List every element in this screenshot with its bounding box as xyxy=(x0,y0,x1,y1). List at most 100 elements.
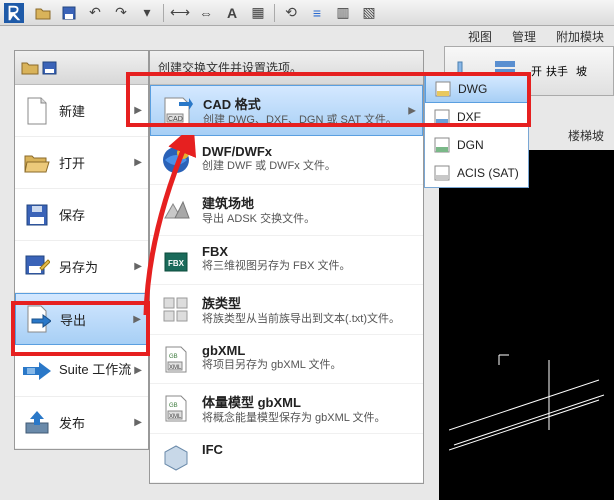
folder-small-icon xyxy=(21,60,39,76)
sub-family-desc: 将族类型从当前族导出到文本(.txt)文件。 xyxy=(202,312,413,326)
menu-publish[interactable]: 发布 ▶ xyxy=(15,397,148,449)
sub-site-title: 建筑场地 xyxy=(202,193,413,212)
menu-new[interactable]: 新建 ▶ xyxy=(15,85,148,137)
svg-text:XML: XML xyxy=(169,365,182,371)
fly-dwg-label: DWG xyxy=(458,82,487,96)
tab-view[interactable]: 视图 xyxy=(458,26,502,46)
open-folder-icon xyxy=(23,149,51,177)
cad-icon: CAD xyxy=(161,94,193,126)
sub-ifc[interactable]: IFC xyxy=(150,434,423,483)
redo-icon[interactable]: ↷ xyxy=(109,2,133,24)
panel2-icon[interactable]: ▧ xyxy=(357,2,381,24)
open-icon[interactable] xyxy=(31,2,55,24)
align-icon[interactable]: ⇔ xyxy=(194,2,218,24)
saveas-icon xyxy=(23,253,51,281)
export-submenu: 创建交换文件并设置选项。 CAD CAD 格式 创建 DWG、DXF、DGN 或… xyxy=(149,50,424,484)
ribbon-slope-label: 坡 xyxy=(576,63,587,79)
chevron-right-icon: ▶ xyxy=(408,105,416,116)
fbx-icon: FBX xyxy=(160,244,192,276)
menu-suite-label: Suite 工作流 xyxy=(59,363,131,377)
acis-small-icon xyxy=(433,164,451,182)
fly-dwg[interactable]: DWG xyxy=(425,75,528,103)
menu-saveas-label: 另存为 xyxy=(59,257,98,276)
chevron-right-icon: ▶ xyxy=(134,105,142,116)
list-icon[interactable]: ≡ xyxy=(305,2,329,24)
ribbon-handrail-label: 扶手 xyxy=(546,63,568,79)
dxf-small-icon xyxy=(433,108,451,126)
menu-save[interactable]: 保存 xyxy=(15,189,148,241)
tab-manage[interactable]: 管理 xyxy=(502,26,546,46)
save-icon[interactable] xyxy=(57,2,81,24)
menu-open[interactable]: 打开 ▶ xyxy=(15,137,148,189)
menu-new-label: 新建 xyxy=(59,101,85,120)
menu-save-label: 保存 xyxy=(59,205,85,224)
menu-open-label: 打开 xyxy=(59,153,85,172)
sub-building-site[interactable]: 建筑场地 导出 ADSK 交换文件。 xyxy=(150,185,423,235)
svg-text:FBX: FBX xyxy=(168,259,185,268)
text-icon[interactable]: A xyxy=(220,2,244,24)
sub-cad-desc: 创建 DWG、DXF、DGN 或 SAT 文件。 xyxy=(203,113,412,127)
menu-suite[interactable]: Suite 工作流 ▶ xyxy=(15,345,148,397)
drawing-viewport[interactable] xyxy=(439,150,614,500)
menu-publish-label: 发布 xyxy=(59,413,85,432)
undo-icon[interactable]: ↶ xyxy=(83,2,107,24)
dgn-small-icon xyxy=(433,136,451,154)
family-icon xyxy=(160,293,192,325)
app-menu-header xyxy=(15,51,148,85)
sub-gbxml[interactable]: GBXML gbXML 将项目另存为 gbXML 文件。 xyxy=(150,335,423,384)
fly-dgn-label: DGN xyxy=(457,138,484,152)
chevron-right-icon: ▶ xyxy=(134,417,142,428)
gbxml-icon: GB XML xyxy=(160,343,192,375)
save-disk-icon xyxy=(23,201,51,229)
svg-text:GB: GB xyxy=(169,403,178,409)
sub-family-types[interactable]: 族类型 将族类型从当前族导出到文本(.txt)文件。 xyxy=(150,285,423,335)
chevron-right-icon: ▶ xyxy=(134,157,142,168)
sync-icon[interactable]: ⟲ xyxy=(279,2,303,24)
sub-gbxml-title: gbXML xyxy=(202,343,413,358)
export-icon xyxy=(24,305,52,333)
drawing-lines xyxy=(449,350,609,460)
chevron-right-icon: ▶ xyxy=(133,314,141,325)
submenu-header: 创建交换文件并设置选项。 xyxy=(150,51,423,85)
dropdown-icon[interactable]: ▾ xyxy=(135,2,159,24)
site-icon xyxy=(160,193,192,225)
fly-acis[interactable]: ACIS (SAT) xyxy=(425,159,528,187)
sub-fbx[interactable]: FBX FBX 将三维视图另存为 FBX 文件。 xyxy=(150,236,423,285)
sub-mass-gbxml[interactable]: GBXML 体量模型 gbXML 将概念能量模型保存为 gbXML 文件。 xyxy=(150,384,423,434)
sub-fbx-desc: 将三维视图另存为 FBX 文件。 xyxy=(202,259,413,273)
fly-dxf-label: DXF xyxy=(457,110,481,124)
separator xyxy=(274,4,275,22)
chevron-right-icon: ▶ xyxy=(134,261,142,272)
sub-family-title: 族类型 xyxy=(202,293,413,312)
menu-export-label: 导出 xyxy=(60,310,86,329)
tab-addins[interactable]: 附加模块 xyxy=(546,26,614,46)
cad-format-flyout: DWG DXF DGN ACIS (SAT) xyxy=(424,74,529,188)
tool-icon[interactable]: ▦ xyxy=(246,2,270,24)
fly-dgn[interactable]: DGN xyxy=(425,131,528,159)
sub-cad-formats[interactable]: CAD CAD 格式 创建 DWG、DXF、DGN 或 SAT 文件。 ▶ xyxy=(150,85,423,136)
menu-export[interactable]: 导出 ▶ xyxy=(15,293,148,345)
sub-site-desc: 导出 ADSK 交换文件。 xyxy=(202,212,413,226)
ribbon-tabs: 视图 管理 附加模块 xyxy=(458,26,614,46)
revit-app-icon[interactable] xyxy=(4,3,24,23)
dim-icon[interactable]: ⟷ xyxy=(168,2,192,24)
mass-gbxml-icon: GBXML xyxy=(160,392,192,424)
separator xyxy=(163,4,164,22)
svg-text:CAD: CAD xyxy=(168,116,183,123)
sub-dwf[interactable]: DWF/DWFx 创建 DWF 或 DWFx 文件。 xyxy=(150,136,423,185)
fly-dxf[interactable]: DXF xyxy=(425,103,528,131)
stair-slope-label: 楼梯坡 xyxy=(558,125,614,146)
menu-saveas[interactable]: 另存为 ▶ xyxy=(15,241,148,293)
suite-flow-icon xyxy=(23,357,51,385)
chevron-right-icon: ▶ xyxy=(134,365,142,376)
ifc-icon xyxy=(160,442,192,474)
sub-mass-title: 体量模型 gbXML xyxy=(202,392,413,411)
sub-mass-desc: 将概念能量模型保存为 gbXML 文件。 xyxy=(202,411,413,425)
sub-dwf-title: DWF/DWFx xyxy=(202,144,413,159)
panel-icon[interactable]: ▥ xyxy=(331,2,355,24)
dwg-small-icon xyxy=(434,80,452,98)
application-menu: 新建 ▶ 打开 ▶ 保存 另存为 ▶ 导出 ▶ Suite 工作流 ▶ 发布 ▶ xyxy=(14,50,149,450)
quick-access-toolbar: ↶ ↷ ▾ ⟷ ⇔ A ▦ ⟲ ≡ ▥ ▧ xyxy=(0,0,614,26)
svg-text:GB: GB xyxy=(169,354,178,360)
sub-fbx-title: FBX xyxy=(202,244,413,259)
